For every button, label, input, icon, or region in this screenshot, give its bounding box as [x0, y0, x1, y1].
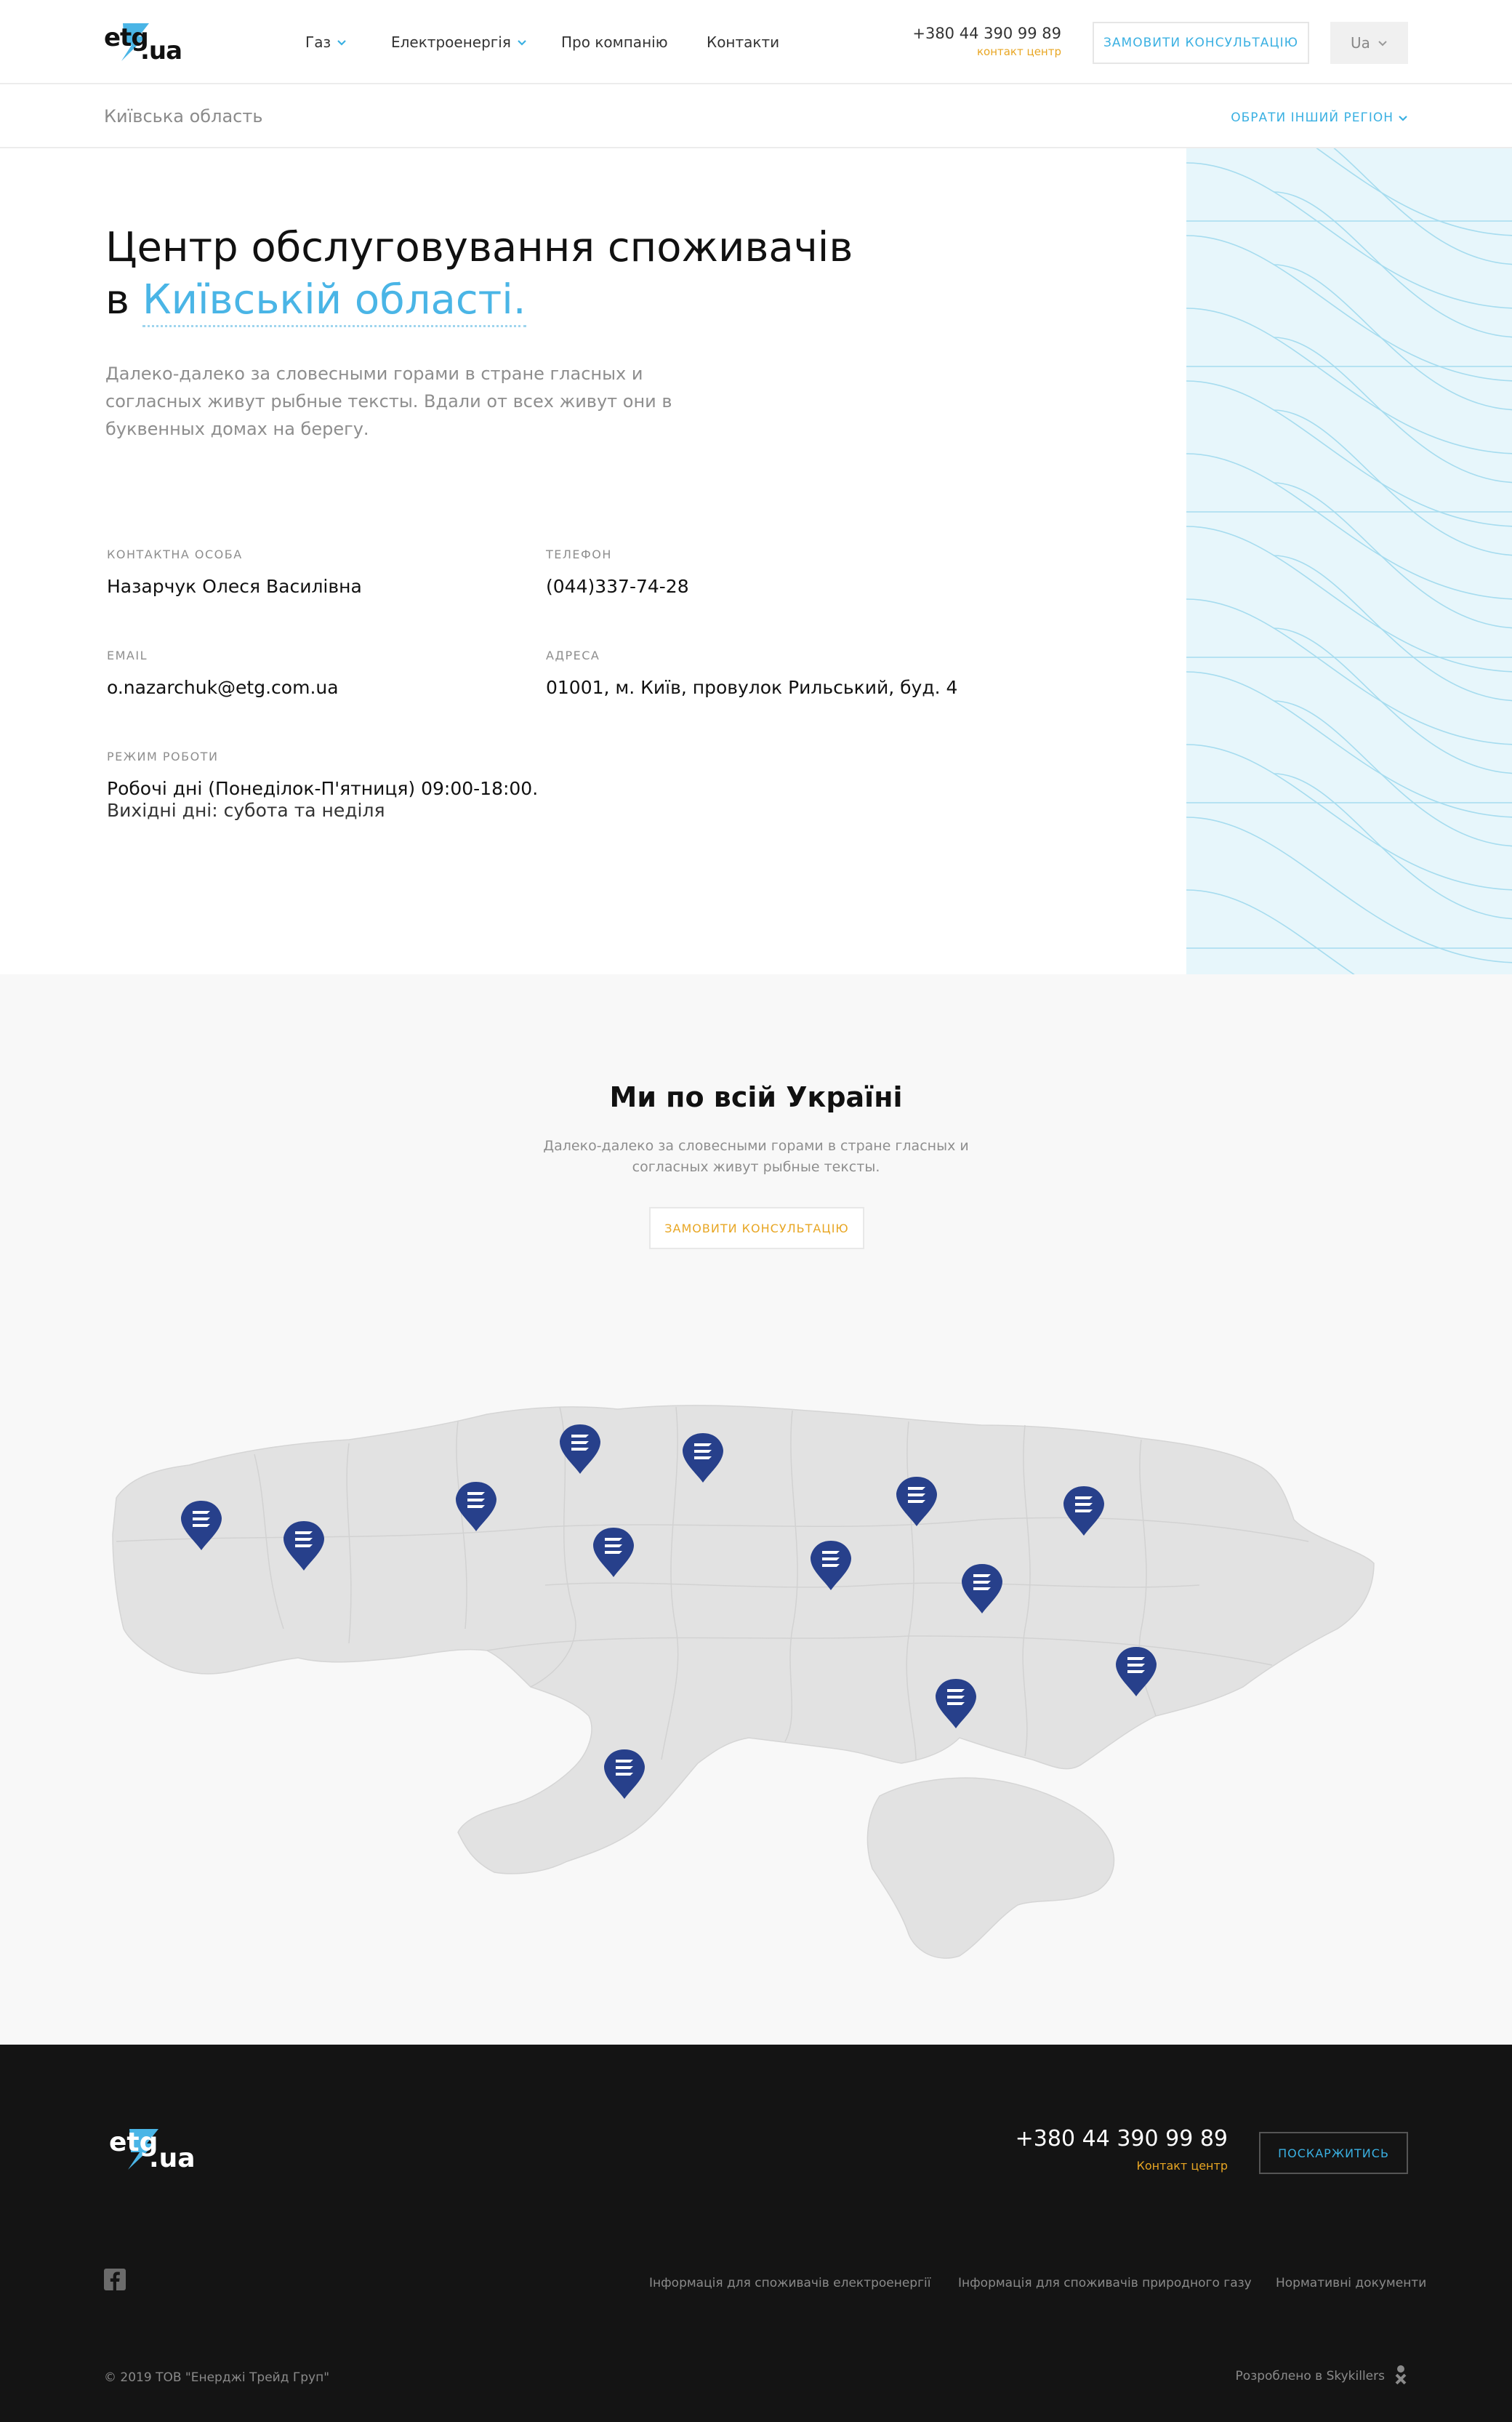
- title-region-highlight[interactable]: Київській області.: [142, 276, 526, 327]
- footer-link-gas-info[interactable]: Інформація для споживачів природного газ…: [958, 2276, 1252, 2290]
- chevron-down-icon: [1399, 116, 1407, 121]
- contact-person-field: Контактна особа Назарчук Олеся Василівна: [107, 548, 362, 598]
- wave-pattern-graphic: [1186, 148, 1512, 974]
- footer-logo[interactable]: etg .ua: [109, 2126, 196, 2173]
- title-line-1: Центр обслуговування споживачів: [105, 224, 853, 271]
- footer-link-electricity-info[interactable]: Інформація для споживачів електроенергії: [649, 2276, 930, 2290]
- map-section-title: Ми по всій Україні: [609, 1081, 903, 1113]
- logo[interactable]: etg .ua: [104, 20, 182, 65]
- facebook-icon[interactable]: [104, 2269, 126, 2290]
- facebook-glyph: [110, 2271, 120, 2290]
- header-phone[interactable]: +380 44 390 99 89 контакт центр: [912, 25, 1061, 58]
- email-value[interactable]: o.nazarchuk@etg.com.ua: [107, 677, 339, 699]
- map-consultation-button[interactable]: Замовити консультацію: [649, 1207, 864, 1249]
- nav-gas[interactable]: Газ: [305, 33, 347, 51]
- footer-logo-text-domain: .ua: [149, 2144, 196, 2173]
- developer-label: Розроблено в Skykillers: [1235, 2369, 1385, 2383]
- title-prefix: в: [105, 276, 130, 324]
- map-land: [112, 1405, 1375, 1959]
- site-footer: etg .ua +380 44 390 99 89 Контакт центр …: [0, 2045, 1512, 2422]
- ukraine-map: [112, 1405, 1375, 1959]
- footer-phone-caption: Контакт центр: [1136, 2159, 1228, 2173]
- footer-link-regulations[interactable]: Нормативні документи: [1276, 2276, 1426, 2290]
- decorative-wave-pattern: [1186, 148, 1512, 974]
- change-region-link[interactable]: Обрати інший регіон: [1231, 111, 1408, 125]
- copyright: © 2019 ТОВ "Енерджі Трейд Груп": [104, 2370, 330, 2385]
- current-region: Київська область: [104, 106, 263, 127]
- change-region-label: Обрати інший регіон: [1231, 111, 1394, 125]
- nav-about-label: Про компанію: [561, 33, 668, 51]
- schedule-label: Режим роботи: [107, 750, 219, 763]
- footer-phone-number[interactable]: +380 44 390 99 89: [1016, 2126, 1228, 2152]
- logo-text-domain: .ua: [140, 36, 182, 65]
- developer-logo-icon: [1395, 2365, 1407, 2385]
- phone-field: Телефон (044)337-74-28: [546, 548, 689, 598]
- hero-description: Далеко-далеко за словесными горами в стр…: [105, 364, 672, 439]
- schedule-field: Режим роботи Робочі дні (Понеділок-П'ятн…: [107, 750, 538, 822]
- consultation-button[interactable]: Замовити консультацію: [1093, 22, 1309, 64]
- language-selector[interactable]: Ua: [1330, 22, 1408, 64]
- chevron-down-icon: [337, 40, 346, 46]
- language-label: Ua: [1351, 34, 1370, 52]
- header-phone-caption: контакт центр: [976, 45, 1061, 58]
- contact-person-label: Контактна особа: [107, 548, 243, 561]
- phone-label: Телефон: [546, 548, 612, 561]
- map-section-description: Далеко-далеко за словесными горами в стр…: [543, 1138, 969, 1175]
- crimea-region: [866, 1777, 1115, 1959]
- schedule-weekend: Вихідні дні: субота та неділя: [107, 800, 385, 821]
- address-value: 01001, м. Київ, провулок Рильський, буд.…: [546, 677, 958, 698]
- footer-phone[interactable]: +380 44 390 99 89 Контакт центр: [1016, 2126, 1228, 2173]
- complain-button[interactable]: Поскаржитись: [1259, 2132, 1408, 2174]
- phone-value[interactable]: (044)337-74-28: [546, 576, 689, 598]
- email-label: Email: [107, 649, 148, 662]
- nav-electricity-label: Електроенергія: [391, 33, 511, 51]
- region-bar: Київська область Обрати інший регіон: [0, 84, 1512, 148]
- email-field: Email o.nazarchuk@etg.com.ua: [107, 649, 339, 699]
- header-phone-number[interactable]: +380 44 390 99 89: [912, 25, 1061, 42]
- address-field: Адреса 01001, м. Київ, провулок Рильськи…: [546, 649, 957, 699]
- site-header: etg .ua Газ Електроенергія Про компанію …: [0, 0, 1512, 84]
- developer-credit[interactable]: Розроблено в Skykillers: [1236, 2365, 1408, 2388]
- address-label: Адреса: [546, 649, 600, 662]
- coverage-map-section: Ми по всій Україні Далеко-далеко за слов…: [0, 974, 1512, 2045]
- nav-contacts[interactable]: Контакти: [707, 33, 779, 51]
- contact-person-value: Назарчук Олеся Василівна: [107, 576, 362, 597]
- page-title: Центр обслуговування споживачів в Київсь…: [105, 222, 853, 327]
- nav-electricity[interactable]: Електроенергія: [391, 33, 527, 51]
- schedule-workdays: Робочі дні (Понеділок-П'ятниця) 09:00-18…: [107, 778, 539, 799]
- chevron-down-icon: [518, 40, 526, 46]
- nav-gas-label: Газ: [305, 33, 331, 51]
- nav-contacts-label: Контакти: [707, 33, 780, 51]
- chevron-down-icon: [1378, 41, 1387, 47]
- nav-about[interactable]: Про компанію: [561, 33, 668, 51]
